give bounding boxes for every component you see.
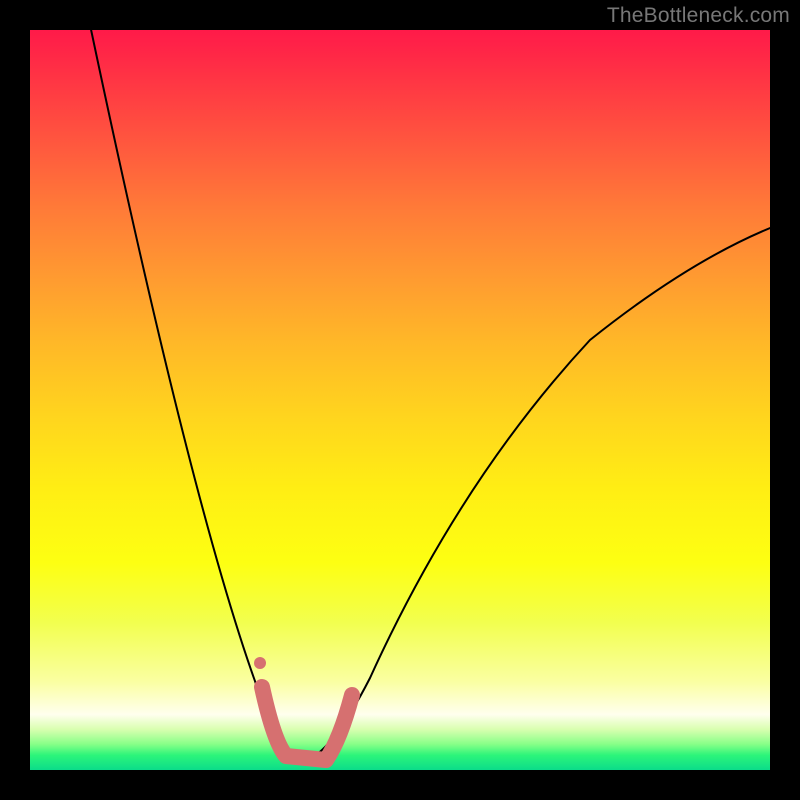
highlight-segment — [262, 687, 352, 760]
plot-area — [30, 30, 770, 770]
bottleneck-curve — [89, 30, 770, 762]
bottleneck-curve-svg — [30, 30, 770, 770]
watermark-text: TheBottleneck.com — [607, 4, 790, 28]
highlight-dot — [254, 657, 266, 669]
chart-frame: TheBottleneck.com — [0, 0, 800, 800]
